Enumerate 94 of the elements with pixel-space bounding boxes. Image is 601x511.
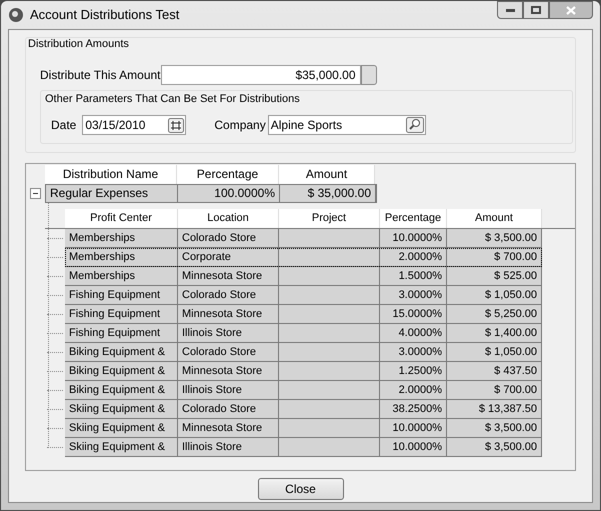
column-header[interactable]: Amount: [475, 212, 513, 224]
table-cell: $ 700.00: [494, 384, 537, 396]
table-cell: Illinois Store: [182, 441, 242, 453]
table-cell: 1.2500%: [398, 365, 442, 377]
table-cell: $ 525.00: [494, 270, 537, 282]
close-icon: [566, 6, 576, 14]
table-cell: Biking Equipment &: [69, 365, 165, 377]
table-cell: Memberships: [69, 232, 136, 244]
table-cell: 38.2500%: [392, 403, 442, 415]
table-cell: Colorado Store: [182, 232, 256, 244]
table-cell: Skiing Equipment &: [69, 403, 165, 415]
table-cell: $ 5,250.00: [485, 308, 537, 320]
table-cell: Biking Equipment &: [69, 384, 165, 396]
column-header[interactable]: Amount: [306, 167, 348, 181]
table-cell: Colorado Store: [182, 289, 256, 301]
table-cell: $ 1,400.00: [485, 327, 537, 339]
table-row[interactable]: Memberships Minnesota Store 1.5000% $ 525.00: [65, 267, 542, 286]
app-icon: [8, 7, 24, 23]
table-cell: $ 437.50: [494, 365, 537, 377]
calendar-icon: [168, 118, 184, 132]
table-cell: Illinois Store: [182, 384, 242, 396]
table-cell: Skiing Equipment &: [69, 422, 165, 434]
search-icon: [406, 117, 424, 133]
table-row[interactable]: Biking Equipment & Illinois Store 2.0000% $ 700.00: [65, 381, 542, 400]
table-row[interactable]: Fishing Equipment Illinois Store 4.0000% $ 1,400.00: [65, 324, 542, 343]
table-cell: Illinois Store: [182, 327, 242, 339]
table-cell: Colorado Store: [182, 403, 256, 415]
date-field[interactable]: 03/15/2010: [82, 115, 186, 135]
table-cell: Memberships: [69, 270, 136, 282]
close-button[interactable]: [549, 1, 593, 19]
table-cell: Fishing Equipment: [69, 327, 160, 339]
table-cell: $ 3,500.00: [485, 232, 537, 244]
column-header[interactable]: Percentage: [384, 212, 442, 224]
table-cell: Fishing Equipment: [69, 308, 160, 320]
table-cell: Colorado Store: [182, 346, 256, 358]
table-row[interactable]: Fishing Equipment Colorado Store 3.0000% $ 1,050.00: [65, 286, 542, 305]
table-row[interactable]: Biking Equipment & Minnesota Store 1.2500% $ 437.50: [65, 362, 542, 381]
table-cell: 4.0000%: [398, 327, 442, 339]
table-cell: $ 13,387.50: [478, 403, 537, 415]
company-field[interactable]: Alpine Sports: [268, 115, 426, 135]
table-cell: $ 1,050.00: [485, 346, 537, 358]
column-header[interactable]: Project: [312, 212, 346, 224]
table-cell: $ 700.00: [494, 251, 537, 263]
table-cell: 10.0000%: [392, 441, 442, 453]
table-cell: Minnesota Store: [182, 365, 262, 377]
table-cell: 10.0000%: [392, 422, 442, 434]
column-header[interactable]: Distribution Name: [62, 167, 158, 181]
column-header[interactable]: Percentage: [196, 167, 258, 181]
table-row[interactable]: Fishing Equipment Minnesota Store 15.0000% $ 5,250.00: [65, 305, 542, 324]
table-row[interactable]: Regular Expenses 100.0000% $ 35,000.00: [45, 184, 377, 203]
minus-icon: [32, 190, 39, 197]
close-dialog-button[interactable]: Close: [258, 478, 344, 500]
table-cell: Minnesota Store: [182, 270, 262, 282]
group-title: Other Parameters That Can Be Set For Distributions: [45, 92, 301, 106]
minimize-icon: [506, 8, 514, 12]
table-row[interactable]: Skiing Equipment & Colorado Store 38.2500% $ 13,387.50: [65, 400, 542, 419]
group-title: Distribution Amounts: [28, 37, 130, 52]
column-header[interactable]: Profit Center: [90, 212, 152, 224]
table-cell: $ 1,050.00: [485, 289, 537, 301]
collapse-toggle[interactable]: [30, 188, 41, 199]
table-cell: Memberships: [69, 251, 136, 263]
table-cell: $ 3,500.00: [485, 422, 537, 434]
spin-button[interactable]: [360, 64, 376, 84]
table-cell: 3.0000%: [398, 346, 442, 358]
table-cell: 10.0000%: [392, 232, 442, 244]
column-header[interactable]: Location: [207, 212, 249, 224]
table-cell: Regular Expenses: [50, 186, 148, 200]
table-cell: 3.0000%: [398, 289, 442, 301]
table-cell: 2.0000%: [398, 384, 442, 396]
table-cell: 15.0000%: [392, 308, 442, 320]
table-cell: Biking Equipment &: [69, 346, 165, 358]
maximize-button[interactable]: [523, 1, 549, 19]
field-label: Company: [214, 117, 266, 134]
table-row[interactable]: Skiing Equipment & Minnesota Store 10.0000% $ 3,500.00: [65, 419, 542, 438]
table-row[interactable]: Memberships Corporate 2.0000% $ 700.00: [65, 248, 542, 267]
field-label: Date: [51, 117, 76, 134]
table-cell: 1.5000%: [398, 270, 442, 282]
table-cell: Skiing Equipment &: [69, 441, 165, 453]
minimize-button[interactable]: [497, 1, 523, 19]
table-row[interactable]: Biking Equipment & Colorado Store 3.0000% $ 1,050.00: [65, 343, 542, 362]
table-cell: Minnesota Store: [182, 422, 262, 434]
table-cell: Fishing Equipment: [69, 289, 160, 301]
table-cell: $ 3,500.00: [485, 441, 537, 453]
table-cell: Minnesota Store: [182, 308, 262, 320]
maximize-icon: [531, 6, 541, 14]
amount-field[interactable]: $35,000.00: [160, 64, 360, 84]
field-label: Distribute This Amount: [40, 66, 160, 84]
table-cell: 100.0000%: [214, 186, 275, 200]
window-title: Account Distributions Test: [30, 6, 180, 24]
table-cell: Corporate: [182, 251, 231, 263]
table-row[interactable]: Skiing Equipment & Illinois Store 10.0000% $ 3,500.00: [65, 438, 542, 457]
table-cell: 2.0000%: [398, 251, 442, 263]
table-row[interactable]: Memberships Colorado Store 10.0000% $ 3,500.00: [65, 229, 542, 248]
table-cell: $ 35,000.00: [308, 186, 371, 200]
